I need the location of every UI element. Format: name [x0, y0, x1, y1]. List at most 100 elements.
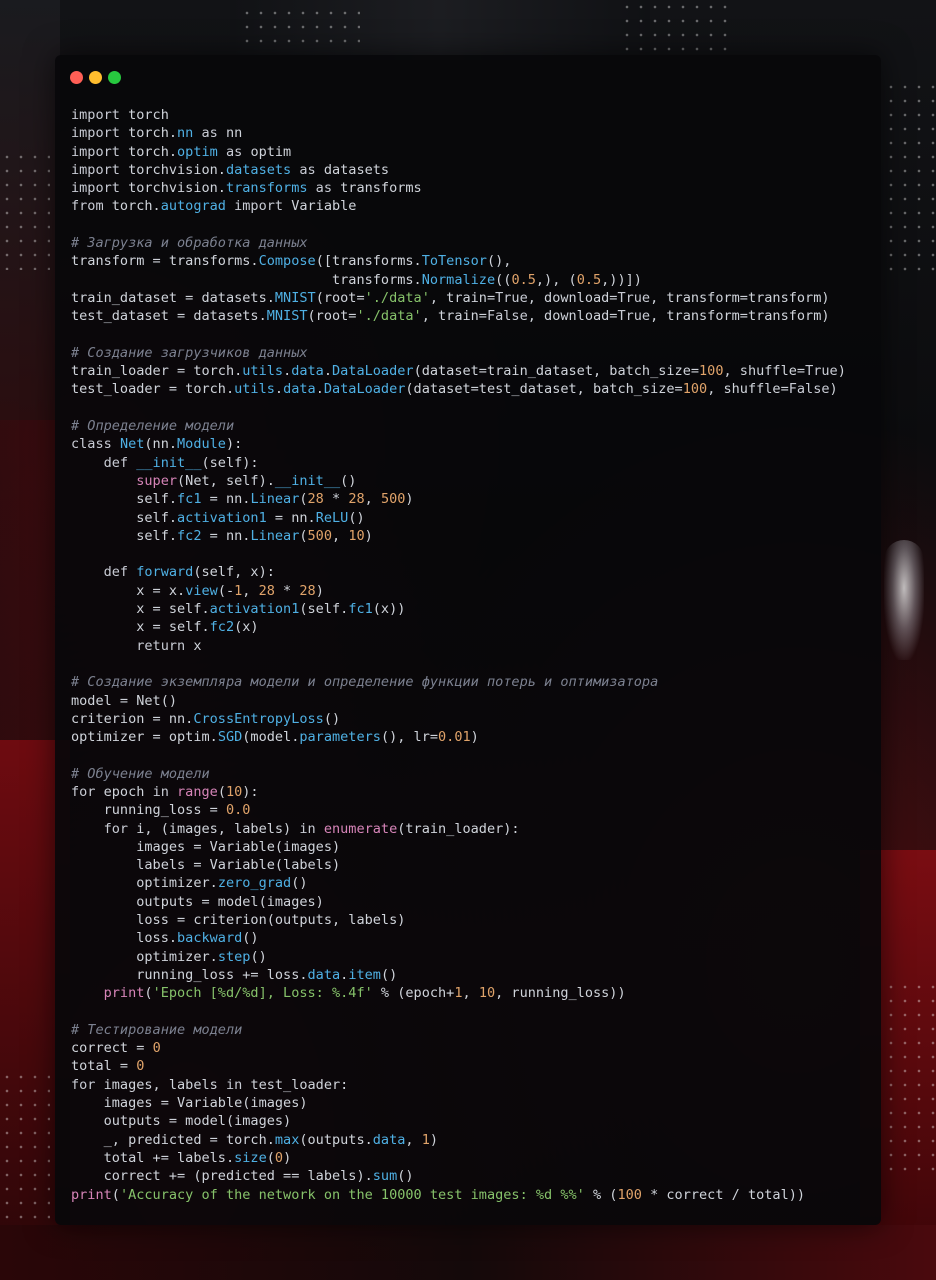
bg-lights: [0, 1070, 50, 1220]
code-token: (self):: [201, 454, 259, 471]
code-token: step: [217, 948, 251, 965]
code-token: (): [323, 710, 341, 727]
code-token: './data': [364, 289, 430, 306]
code-token: ReLU: [315, 509, 349, 526]
code-token: (-: [217, 582, 235, 599]
code-token: test_dataset = datasets.: [71, 308, 267, 325]
code-token: (: [266, 1149, 275, 1166]
code-token: Normalize: [421, 271, 496, 288]
code-token: Net: [119, 436, 145, 453]
code-token: DataLoader: [323, 381, 406, 398]
code-token: *: [323, 491, 349, 508]
code-token: datasets: [225, 161, 292, 178]
code-token: 0: [274, 1149, 284, 1166]
code-token: CrossEntropyLoss: [193, 710, 324, 727]
code-line: running_loss += loss.data.item(): [71, 966, 846, 984]
code-token: # Обучение модели: [71, 765, 210, 782]
code-line: x = self.activation1(self.fc1(x)): [71, 600, 846, 618]
code-line: import torchvision.transforms as transfo…: [71, 179, 846, 197]
code-token: torchvision.: [128, 161, 226, 178]
code-line: import torch.nn as nn: [71, 124, 846, 142]
code-line: self.fc1 = nn.Linear(28 * 28, 500): [71, 490, 846, 508]
code-token: 0.5: [576, 271, 602, 288]
close-button[interactable]: [70, 71, 83, 84]
code-token: .: [283, 363, 292, 380]
code-token: import: [225, 198, 292, 215]
code-token: ):: [242, 783, 259, 800]
code-token: Linear: [250, 491, 300, 508]
code-token: True: [805, 363, 838, 380]
code-token: data: [291, 363, 324, 380]
code-line: x = self.fc2(x): [71, 618, 846, 636]
code-token: item: [348, 966, 381, 983]
code-token: transforms: [340, 180, 422, 197]
code-token: (root=: [307, 308, 357, 325]
code-token: labels = Variable(labels): [71, 857, 341, 874]
code-token: loss = criterion(outputs, labels): [71, 912, 406, 929]
code-token: return: [71, 637, 194, 654]
code-token: 'Epoch [%d/%d], Loss: %.4f': [152, 985, 373, 1002]
code-token: test_loader:: [250, 1076, 349, 1093]
code-token: activation1: [209, 601, 300, 618]
code-token: images, labels: [103, 1076, 226, 1093]
window-controls: [70, 71, 121, 84]
code-token: ): [429, 1131, 439, 1148]
code-line: self.fc2 = nn.Linear(500, 10): [71, 527, 846, 545]
code-line: outputs = model(images): [71, 1112, 846, 1130]
code-token: ,: [364, 491, 381, 508]
code-token: range: [177, 783, 218, 800]
code-token: (nn.: [144, 436, 178, 453]
code-token: fc1: [177, 491, 202, 508]
code-token: (x): [234, 619, 259, 636]
code-line: optimizer.step(): [71, 948, 846, 966]
code-token: outputs = model(images): [71, 1113, 292, 1130]
code-line: x = x.view(-1, 28 * 28): [71, 582, 846, 600]
code-token: criterion = nn.: [71, 710, 194, 727]
code-line: images = Variable(images): [71, 838, 846, 856]
code-token: # Тестирование модели: [71, 1021, 243, 1038]
minimize-button[interactable]: [89, 71, 102, 84]
code-token: import: [71, 143, 129, 160]
code-token: (root=: [315, 289, 365, 306]
code-token: # Определение модели: [71, 418, 235, 435]
code-token: 28: [348, 491, 365, 508]
code-token: DataLoader: [332, 363, 414, 380]
maximize-button[interactable]: [108, 71, 121, 84]
code-token: 0.5: [511, 271, 536, 288]
code-token: train_dataset = datasets.: [71, 289, 275, 306]
code-token: (: [217, 783, 226, 800]
code-token: (): [380, 966, 398, 983]
code-line: def forward(self, x):: [71, 563, 846, 581]
code-token: True: [617, 289, 651, 306]
code-token: , transform=transform): [650, 289, 830, 306]
bg-lights: [240, 6, 360, 51]
code-token: True: [495, 289, 528, 306]
code-token: ([transforms.: [315, 253, 422, 270]
code-token: (): [242, 930, 259, 947]
code-token: % (epoch+: [372, 985, 455, 1002]
code-line: transform = transforms.Compose([transfor…: [71, 252, 846, 270]
code-line: import torch: [71, 106, 846, 124]
code-token: 28: [307, 491, 324, 508]
code-token: x = self.: [71, 619, 210, 636]
code-token: ,: [242, 582, 259, 599]
code-token: ,: [332, 527, 349, 544]
code-token: ,))]): [601, 271, 642, 288]
code-token: activation1: [177, 509, 267, 526]
code-token: view: [185, 582, 218, 599]
glowing-figure: [884, 540, 924, 660]
code-window: import torch import torch.nn as nn import …: [55, 55, 881, 1225]
code-token: as: [217, 143, 251, 160]
code-line: from torch.autograd import Variable: [71, 197, 846, 215]
code-token: test_loader = torch.: [71, 381, 235, 398]
code-token: def: [71, 454, 137, 471]
code-token: utils: [234, 381, 275, 398]
code-token: optim: [177, 143, 218, 160]
code-token: 28: [258, 582, 275, 599]
code-line: super(Net, self).__init__(): [71, 472, 846, 490]
code-token: , shuffle=: [707, 381, 789, 398]
code-token: ): [837, 363, 846, 380]
code-token: , train=: [421, 308, 487, 325]
